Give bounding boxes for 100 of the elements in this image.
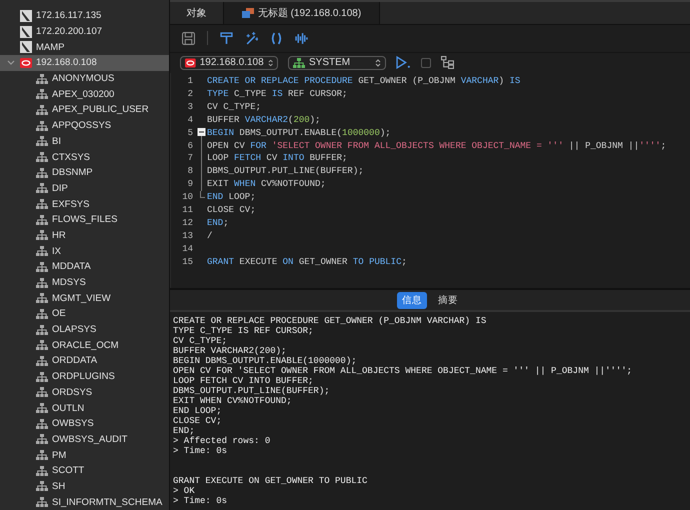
code-line: BEGIN DBMS_OUTPUT.ENABLE(1000000);: [207, 128, 391, 138]
schema-icon: [36, 340, 48, 350]
schema-icon: [36, 199, 48, 210]
schema-item[interactable]: OLAPSYS: [0, 322, 169, 338]
result-tab[interactable]: 信息: [397, 292, 427, 309]
schema-item[interactable]: BI: [0, 134, 169, 150]
schema-icon: [36, 183, 48, 194]
database-icon: [20, 58, 32, 68]
result-tab[interactable]: 摘要: [433, 292, 463, 309]
schema-item[interactable]: SI_INFORMTN_SCHEMA: [0, 494, 169, 510]
connection-select[interactable]: 192.168.0.108: [180, 56, 278, 70]
schema-item[interactable]: PM: [0, 447, 169, 463]
schema-item[interactable]: APPQOSSYS: [0, 118, 169, 134]
connection-item[interactable]: 172.16.117.135: [0, 8, 169, 24]
line-number: 3: [186, 102, 193, 112]
line-number: 7: [186, 153, 193, 164]
code-line: /: [207, 230, 212, 241]
line-number: 9: [186, 179, 193, 190]
output-line: END;: [173, 426, 196, 436]
stepper-icon: [268, 58, 273, 68]
schema-item[interactable]: SCOTT: [0, 462, 169, 479]
schema-icon: [36, 387, 48, 398]
schema-icon: [36, 293, 48, 304]
schema-item[interactable]: ORACLE_OCM: [0, 337, 169, 354]
schema-item[interactable]: MDSYS: [0, 274, 169, 290]
connection-icon: [20, 41, 32, 54]
output-line: CLOSE CV;: [173, 416, 223, 426]
save-icon[interactable]: [182, 32, 195, 45]
code-line: OPEN CV FOR 'SELECT OWNER FROM ALL_OBJECTS WHERE OBJECT_NAME = ''' || P_OBJNM ||'''';: [207, 140, 666, 151]
waveform-icon[interactable]: [295, 32, 308, 45]
code-line: CLOSE CV;: [207, 204, 256, 215]
schema-icon: [36, 278, 48, 288]
schema-item[interactable]: APEX_030200: [0, 86, 169, 102]
output-line: CV C_TYPE;: [173, 336, 228, 346]
code-line: LOOP FETCH CV INTO BUFFER;: [207, 153, 348, 164]
schema-icon: [36, 450, 48, 460]
schema-item[interactable]: OUTLN: [0, 400, 169, 416]
schema-item[interactable]: ANONYMOUS: [0, 70, 169, 86]
schema-item[interactable]: DIP: [0, 180, 169, 196]
connection-item[interactable]: 192.168.0.108: [0, 55, 169, 71]
fold-icon[interactable]: [196, 126, 206, 140]
output-line: EXIT WHEN CV%NOTFOUND;: [173, 396, 293, 406]
stepper-icon: [375, 58, 381, 68]
run-icon[interactable]: [396, 56, 411, 70]
line-number: 10: [181, 192, 193, 202]
line-number: 2: [186, 88, 193, 99]
schema-icon: [36, 214, 48, 225]
schema-icon: [36, 168, 48, 178]
schema-item[interactable]: FLOWS_FILES: [0, 212, 169, 228]
schema-icon: [36, 89, 48, 100]
code-line: CREATE OR REPLACE PROCEDURE GET_OWNER (P_OBJNM VARCHAR) IS: [207, 76, 520, 86]
schema-icon: [36, 403, 48, 414]
connection-item[interactable]: 172.20.200.107: [0, 24, 169, 40]
tab[interactable]: 无标题 (192.168.0.108): [224, 2, 380, 24]
magic-wand-icon[interactable]: [245, 32, 258, 45]
code-line: EXIT WHEN CV%NOTFOUND;: [207, 179, 326, 190]
output-line: END LOOP;: [173, 406, 223, 416]
format-icon[interactable]: [220, 32, 233, 45]
schema-icon: [36, 104, 48, 115]
output-line: LOOP FETCH CV INTO BUFFER;: [173, 376, 314, 386]
schema-select[interactable]: SYSTEM: [288, 56, 386, 70]
output-line: > Affected rows: 0: [173, 436, 272, 446]
schema-icon: [36, 230, 48, 240]
schema-item[interactable]: ORDPLUGINS: [0, 368, 169, 384]
schema-item[interactable]: MDDATA: [0, 259, 169, 275]
schema-item[interactable]: IX: [0, 243, 169, 259]
schema-item[interactable]: ORDDATA: [0, 353, 169, 369]
schema-icon: [36, 120, 48, 131]
schema-item[interactable]: OWBSYS_AUDIT: [0, 432, 169, 448]
schema-item[interactable]: OWBSYS: [0, 416, 169, 432]
output-line: GRANT EXECUTE ON GET_OWNER TO PUBLIC: [173, 476, 368, 486]
schema-item[interactable]: CTXSYS: [0, 149, 169, 165]
schema-icon: [36, 372, 48, 382]
schema-item[interactable]: MGMT_VIEW: [0, 290, 169, 306]
schema-icon: [36, 324, 48, 335]
schema-item[interactable]: OE: [0, 306, 169, 322]
parentheses-icon[interactable]: [270, 32, 283, 45]
schema-item[interactable]: EXFSYS: [0, 196, 169, 212]
code-line: BUFFER VARCHAR2(200);: [207, 114, 320, 125]
schema-icon: [36, 497, 48, 508]
schema-item[interactable]: SH: [0, 478, 169, 494]
code-line: END LOOP;: [207, 192, 256, 202]
output-line: OPEN CV FOR 'SELECT OWNER FROM ALL_OBJECTS WHERE OBJECT_NAME = ''' || P_OBJNM ||'''';: [173, 366, 634, 376]
schema-item[interactable]: ORDSYS: [0, 384, 169, 400]
code-line: END;: [207, 218, 229, 228]
connection-item[interactable]: MAMP: [0, 39, 169, 56]
schema-icon: [36, 246, 48, 256]
output-line: DBMS_OUTPUT.PUT_LINE(BUFFER);: [173, 386, 331, 396]
output-line: BUFFER VARCHAR2(200);: [173, 346, 288, 356]
schema-item[interactable]: HR: [0, 228, 169, 244]
chevron-down-icon[interactable]: [7, 60, 15, 66]
schema-icon: [36, 74, 48, 84]
schema-item[interactable]: DBSNMP: [0, 164, 169, 181]
line-number: 12: [181, 218, 193, 228]
schema-item[interactable]: APEX_PUBLIC_USER: [0, 102, 169, 118]
line-number: 15: [181, 256, 193, 267]
explain-icon[interactable]: [441, 56, 454, 70]
line-number: 5: [186, 128, 193, 138]
output-line: > OK: [173, 486, 196, 496]
output-line: > Time: 0s: [173, 496, 228, 506]
